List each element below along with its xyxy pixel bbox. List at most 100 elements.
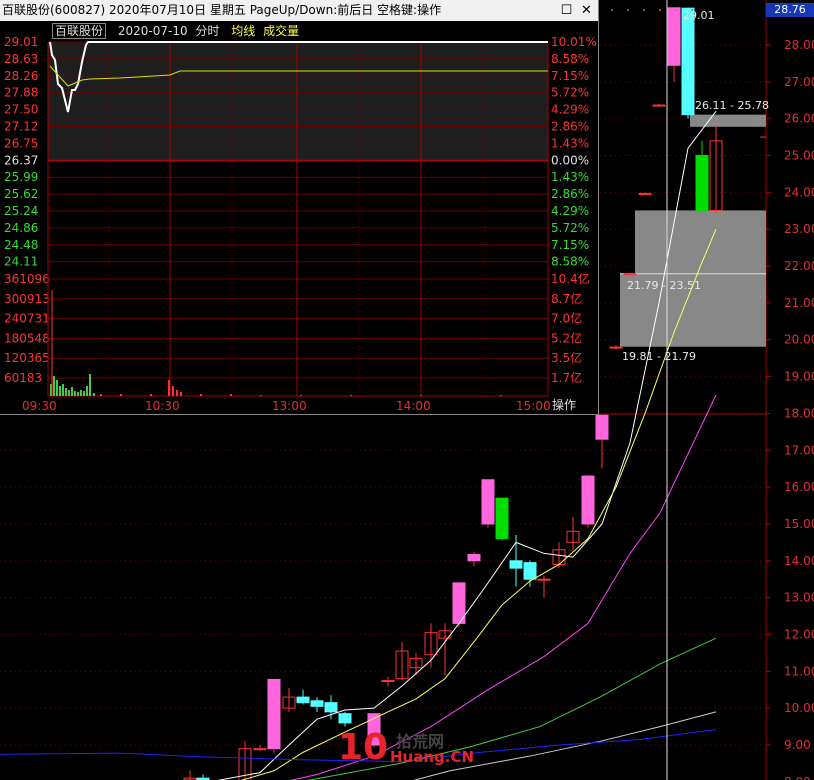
intraday-pct-label: 2.86% xyxy=(551,187,589,201)
price-axis-label: 13.00 xyxy=(784,591,814,605)
volume-bar xyxy=(180,392,182,396)
intraday-pct-label: 7.15% xyxy=(551,69,589,83)
volume-bar xyxy=(83,391,85,396)
intraday-pct-label: 4.29% xyxy=(551,204,589,218)
amount-axis-label: 5.2亿 xyxy=(551,330,582,345)
operate-button[interactable]: 操作 xyxy=(552,396,576,413)
volume-bar xyxy=(200,394,202,396)
price-axis-label: 9.00 xyxy=(784,738,811,752)
volume-bar xyxy=(100,394,102,396)
volume-bar xyxy=(62,384,64,396)
intraday-price-label: 28.63 xyxy=(4,52,38,66)
chip-range-label: 19.81 - 21.79 xyxy=(622,350,696,363)
price-axis-label: 18.00 xyxy=(784,406,814,420)
volume-axis-label: 60183 xyxy=(4,371,42,385)
intraday-pct-label: 2.86% xyxy=(551,120,589,134)
price-axis-label: 15.00 xyxy=(784,517,814,531)
volume-bar xyxy=(59,386,61,396)
volume-axis-label: 300913 xyxy=(4,292,50,306)
volume-bar xyxy=(300,395,302,396)
intraday-time-label: 15:00 xyxy=(516,399,551,413)
candle-body xyxy=(523,562,537,580)
top-marker xyxy=(643,9,645,11)
amount-axis-label: 7.0亿 xyxy=(551,311,582,326)
top-marker xyxy=(611,9,613,11)
intraday-pct-label: 1.43% xyxy=(551,170,589,184)
intraday-price-label: 26.75 xyxy=(4,136,38,150)
intraday-pct-label: 10.01% xyxy=(551,35,597,49)
candle-body xyxy=(296,696,310,704)
volume-bar xyxy=(172,386,174,396)
price-axis-label: 20.00 xyxy=(784,333,814,347)
price-axis-label: 24.00 xyxy=(784,185,814,199)
intraday-pct-label: 8.58% xyxy=(551,52,589,66)
intraday-price-label: 25.99 xyxy=(4,170,38,184)
amount-axis-label: 8.7亿 xyxy=(551,291,582,306)
price-axis-label: 16.00 xyxy=(784,480,814,494)
intraday-time-label: 10:30 xyxy=(145,399,180,413)
volume-bar xyxy=(77,392,79,396)
volume-bar xyxy=(120,394,122,396)
volume-bar xyxy=(86,386,88,396)
amount-axis-label: 10.4亿 xyxy=(551,271,590,286)
volume-bar xyxy=(230,394,232,396)
price-axis-label: 14.00 xyxy=(784,554,814,568)
candle-body xyxy=(681,7,695,116)
volume-bar xyxy=(260,395,262,396)
candle-body xyxy=(253,748,267,751)
price-axis-label: 10.00 xyxy=(784,701,814,715)
price-axis-label: 8.00 xyxy=(784,775,811,780)
intraday-price-label: 26.37 xyxy=(4,153,38,167)
high-price-label: 29.01 xyxy=(683,9,715,22)
intraday-price-label: 27.12 xyxy=(4,120,38,134)
candle-body xyxy=(581,475,595,525)
top-marker xyxy=(675,9,677,11)
candle-body xyxy=(623,273,637,276)
volume-bar xyxy=(80,390,82,396)
volume-bar xyxy=(71,387,73,396)
top-marker xyxy=(659,9,661,11)
intraday-popup-window[interactable]: 百联股份(600827) 2020年07月10日 星期五 PageUp/Down… xyxy=(0,0,599,415)
volume-axis-label: 120365 xyxy=(4,351,50,365)
volume-bar xyxy=(150,394,152,396)
intraday-pct-label: 1.43% xyxy=(551,136,589,150)
price-axis-label: 11.00 xyxy=(784,664,814,678)
current-price-tag: 28.76 xyxy=(766,3,814,17)
top-marker xyxy=(627,9,629,11)
intraday-price-label: 25.62 xyxy=(4,187,38,201)
price-axis-label: 27.00 xyxy=(784,75,814,89)
intraday-time-label: 13:00 xyxy=(272,399,307,413)
intraday-price-label: 25.24 xyxy=(4,204,38,218)
volume-bar xyxy=(168,380,170,396)
chip-range-label: 21.79 - 23.51 xyxy=(627,279,701,292)
intraday-pct-label: 7.15% xyxy=(551,238,589,252)
intraday-price-label: 29.01 xyxy=(4,35,38,49)
intraday-price-label: 24.11 xyxy=(4,255,38,269)
amount-axis-label: 1.7亿 xyxy=(551,370,582,385)
candle-body xyxy=(481,479,495,525)
watermark-logo: 10 拾荒网 Huang.CN xyxy=(338,726,478,774)
intraday-time-label: 09:30 xyxy=(22,399,57,413)
watermark-en: Huang.CN xyxy=(390,748,475,766)
candle-body xyxy=(595,414,609,440)
intraday-chart[interactable]: 29.01 10.01% 28.63 8.58% 28.26 7.15% 27.88 5.72… xyxy=(0,0,598,414)
volume-bar xyxy=(53,376,55,396)
volume-bar xyxy=(350,395,352,396)
price-axis-label: 19.00 xyxy=(784,370,814,384)
chip-range-label: 26.11 - 25.78 xyxy=(695,99,769,112)
intraday-pct-label: 4.29% xyxy=(551,103,589,117)
candle-body xyxy=(667,7,681,66)
candle-body xyxy=(509,560,523,569)
price-axis-label: 17.00 xyxy=(784,443,814,457)
chip-zone xyxy=(690,114,766,127)
candle-body xyxy=(310,700,324,707)
intraday-price-label: 24.48 xyxy=(4,238,38,252)
volume-bar xyxy=(176,390,178,396)
volume-axis-label: 240731 xyxy=(4,312,50,326)
candle-body xyxy=(338,713,352,724)
intraday-pct-label: 5.72% xyxy=(551,221,589,235)
top-marker xyxy=(691,9,693,11)
candle-body xyxy=(381,680,395,683)
candle-body xyxy=(537,578,551,581)
candle-body xyxy=(695,155,709,211)
